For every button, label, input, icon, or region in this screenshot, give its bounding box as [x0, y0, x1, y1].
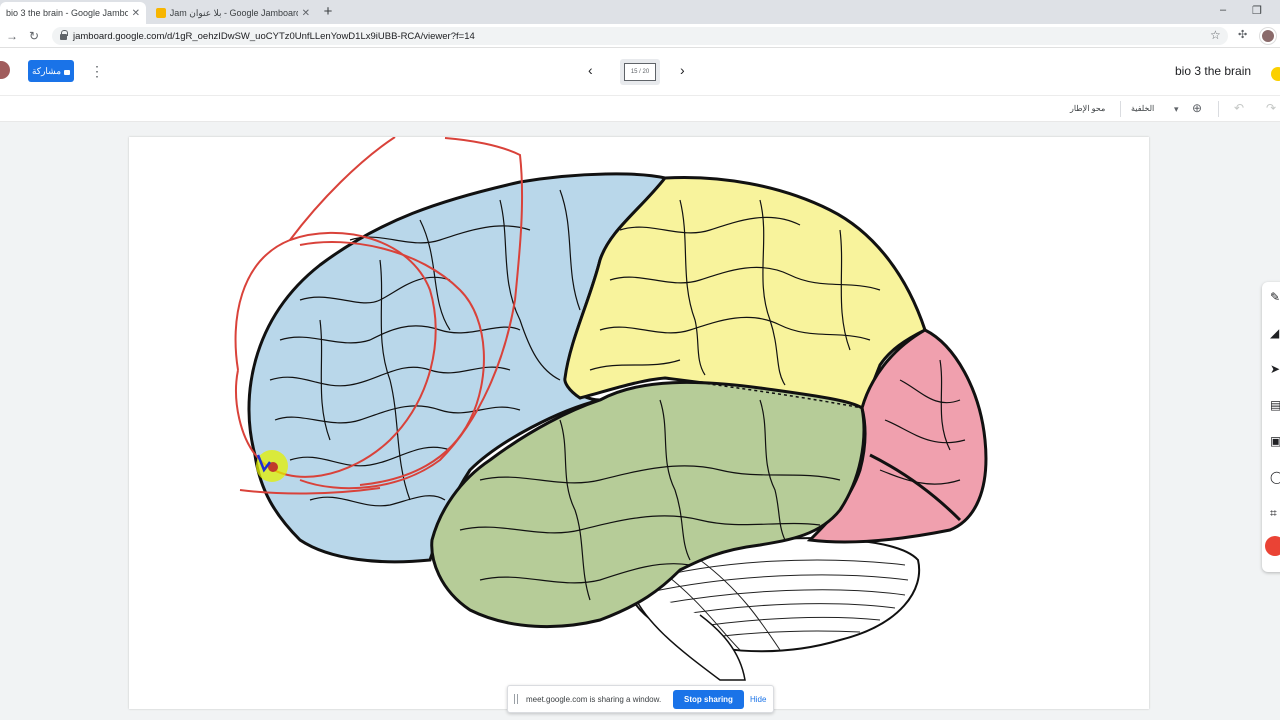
- tool-rail: ✎ ◢ ➤ ▤ ▣ ◯ ⌗: [1262, 282, 1280, 572]
- restore-icon[interactable]: ❐: [1252, 4, 1262, 17]
- circle-icon[interactable]: ◯: [1270, 470, 1280, 484]
- meet-sharing-bar: meet.google.com is sharing a window. Sto…: [507, 685, 774, 713]
- drag-handle-icon[interactable]: [514, 694, 518, 704]
- url-text: jamboard.google.com/d/1gR_oehzIDwSW_uoCY…: [73, 30, 475, 42]
- background-button[interactable]: الخلفية: [1131, 104, 1154, 113]
- tab-bio-brain[interactable]: bio 3 the brain - Google Jamboa ✕: [0, 2, 146, 24]
- laser-icon[interactable]: [1265, 536, 1280, 556]
- address-bar[interactable]: jamboard.google.com/d/1gR_oehzIDwSW_uoCY…: [52, 27, 1228, 45]
- reload-icon[interactable]: ↻: [26, 28, 42, 44]
- lock-icon: [60, 30, 68, 40]
- share-button[interactable]: مشاركة: [28, 60, 74, 82]
- jam-canvas[interactable]: [129, 137, 1149, 709]
- zoom-dropdown-icon[interactable]: ▾: [1174, 104, 1179, 115]
- plus-icon[interactable]: +: [320, 4, 336, 20]
- forward-icon[interactable]: →: [4, 28, 20, 44]
- divider: [1120, 101, 1121, 117]
- tab-untitled-jam[interactable]: Jam بلا عنوان - Google Jamboard ✕: [150, 2, 316, 24]
- share-label: مشاركة: [31, 65, 62, 76]
- minimize-icon[interactable]: –: [1220, 4, 1226, 16]
- tab-title: Jam بلا عنوان - Google Jamboard: [169, 7, 298, 18]
- brain-diagram: [234, 137, 988, 681]
- jamboard-appbar: مشاركة ⋮ ‹ 15 / 20 › bio 3 the brain: [0, 48, 1280, 96]
- chevron-right-icon[interactable]: ›: [680, 62, 685, 78]
- pen-icon[interactable]: ✎: [1270, 290, 1280, 304]
- sub-toolbar: محو الإطار الخلفية ▾ ⊕ ↶ ↷: [0, 96, 1280, 122]
- sticky-note-icon[interactable]: ▤: [1270, 398, 1280, 412]
- close-icon[interactable]: ✕: [128, 8, 140, 19]
- jamboard-favicon-icon: [156, 8, 166, 18]
- frame-bar-toggle[interactable]: 15 / 20: [620, 59, 660, 85]
- browser-toolbar: → ↻ jamboard.google.com/d/1gR_oehzIDwSW_…: [0, 24, 1280, 48]
- screen: bio 3 the brain - Google Jamboa ✕ Jam بل…: [0, 0, 1280, 720]
- select-icon[interactable]: ➤: [1270, 362, 1280, 376]
- tab-title: bio 3 the brain - Google Jamboa: [6, 8, 128, 18]
- hide-button[interactable]: Hide: [750, 695, 766, 704]
- star-icon[interactable]: ☆: [1210, 28, 1221, 42]
- document-title[interactable]: bio 3 the brain: [1175, 64, 1251, 78]
- eraser-icon[interactable]: ◢: [1270, 326, 1280, 340]
- profile-avatar[interactable]: [1260, 28, 1276, 44]
- text-box-icon[interactable]: ⌗: [1270, 506, 1280, 520]
- jamboard-logo-icon[interactable]: [1271, 67, 1280, 81]
- puzzle-icon[interactable]: ✣: [1238, 28, 1247, 41]
- sharing-message: meet.google.com is sharing a window.: [526, 695, 662, 704]
- more-vert-icon[interactable]: ⋮: [90, 62, 104, 80]
- lock-icon: [64, 69, 71, 75]
- frame-indicator: 15 / 20: [624, 63, 656, 81]
- chevron-left-icon[interactable]: ‹: [588, 62, 593, 78]
- zoom-in-icon[interactable]: ⊕: [1192, 101, 1202, 115]
- image-icon[interactable]: ▣: [1270, 434, 1280, 448]
- divider: [1218, 101, 1219, 117]
- redo-icon[interactable]: ↷: [1266, 101, 1276, 115]
- clear-frame-button[interactable]: محو الإطار: [1070, 104, 1105, 113]
- close-icon[interactable]: ✕: [298, 8, 310, 19]
- avatar[interactable]: [0, 61, 10, 79]
- undo-icon[interactable]: ↶: [1234, 101, 1244, 115]
- browser-tab-strip: bio 3 the brain - Google Jamboa ✕ Jam بل…: [0, 0, 1280, 24]
- stop-sharing-button[interactable]: Stop sharing: [673, 690, 744, 709]
